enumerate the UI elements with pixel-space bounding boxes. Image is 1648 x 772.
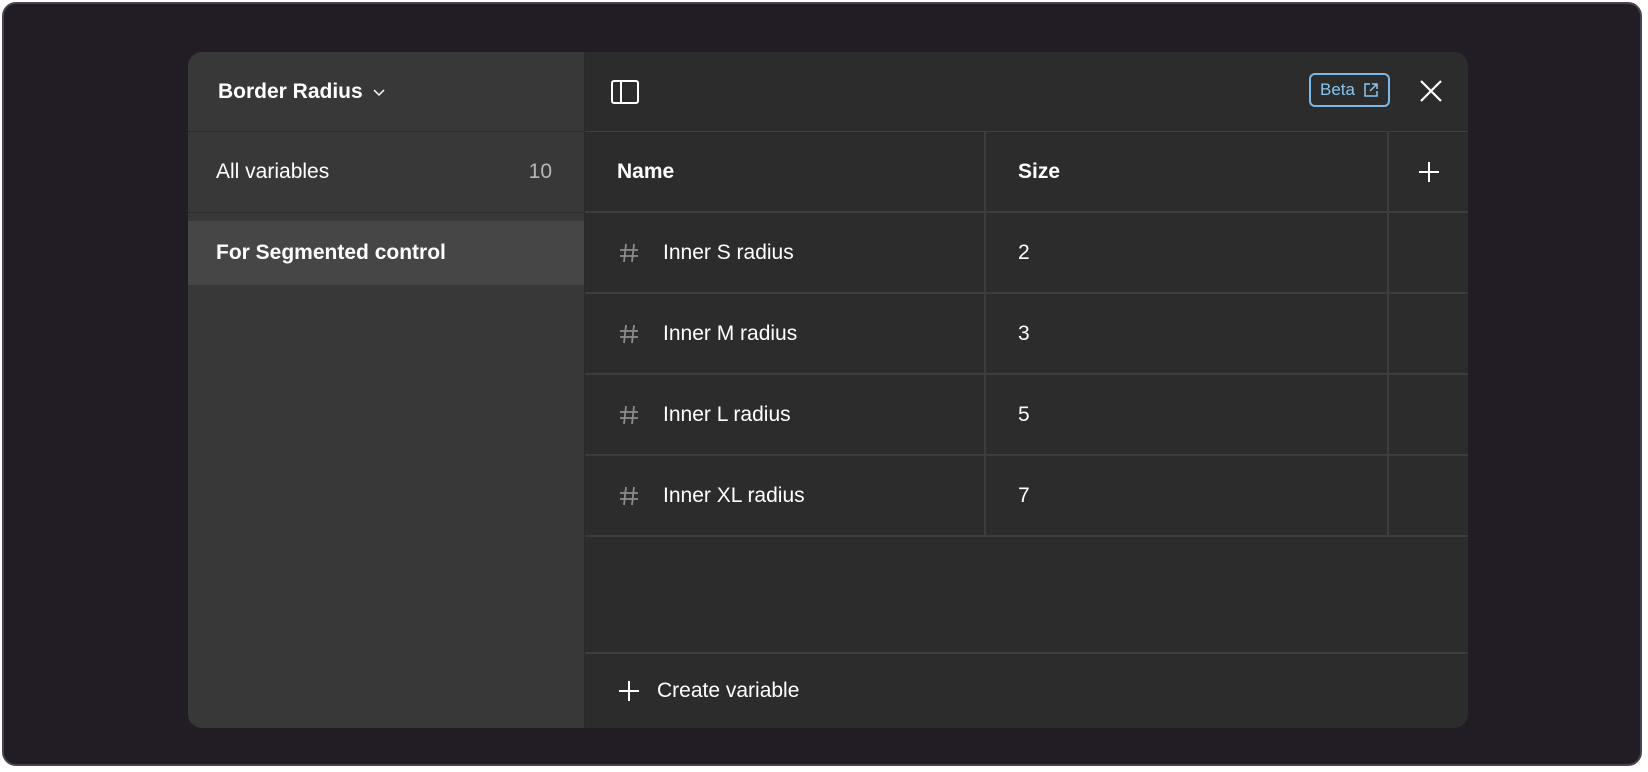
- plus-icon: [1417, 160, 1441, 184]
- create-variable-label: Create variable: [657, 679, 800, 702]
- sidebar-item-all-variables[interactable]: All variables 10: [188, 132, 584, 213]
- chevron-down-icon: [371, 84, 387, 100]
- close-icon[interactable]: [1416, 76, 1446, 106]
- hash-icon: [617, 322, 641, 346]
- variable-value-cell[interactable]: 7: [986, 456, 1389, 535]
- variable-name-cell[interactable]: Inner S radius: [585, 213, 986, 292]
- hash-icon: [617, 403, 641, 427]
- group-label: For Segmented control: [216, 241, 446, 264]
- all-variables-count: 10: [528, 160, 552, 183]
- variables-table: Name Size Inner S radius 2 Inner M radiu…: [585, 132, 1468, 537]
- variables-panel: Beta Name Size Inner S radius 2 Inner M …: [585, 52, 1468, 728]
- beta-badge[interactable]: Beta: [1309, 73, 1390, 107]
- add-mode-button[interactable]: [1389, 132, 1468, 211]
- collection-switcher[interactable]: Border Radius: [188, 52, 584, 132]
- table-row[interactable]: Inner M radius 3: [585, 294, 1468, 375]
- beta-label: Beta: [1320, 80, 1355, 99]
- toolbar: Beta: [585, 52, 1468, 132]
- variable-name-cell[interactable]: Inner L radius: [585, 375, 986, 454]
- variable-name-cell[interactable]: Inner XL radius: [585, 456, 986, 535]
- all-variables-label: All variables: [216, 160, 330, 183]
- empty-cell: [1389, 294, 1468, 373]
- backdrop: Border Radius All variables 10 For Segme…: [2, 2, 1642, 766]
- sidebar: Border Radius All variables 10 For Segme…: [188, 52, 585, 728]
- sidebar-item-group[interactable]: For Segmented control: [188, 221, 584, 285]
- collection-title: Border Radius: [218, 79, 363, 103]
- variables-modal: Border Radius All variables 10 For Segme…: [188, 52, 1468, 728]
- create-variable-button[interactable]: Create variable: [585, 652, 1468, 728]
- empty-cell: [1389, 456, 1468, 535]
- table-header-row: Name Size: [585, 132, 1468, 213]
- table-row[interactable]: Inner S radius 2: [585, 213, 1468, 294]
- column-header-size[interactable]: Size: [986, 132, 1389, 211]
- variable-name: Inner XL radius: [663, 483, 805, 507]
- sidebar-toggle-icon[interactable]: [609, 76, 641, 108]
- empty-cell: [1389, 213, 1468, 292]
- variable-name: Inner S radius: [663, 240, 794, 264]
- variable-name: Inner L radius: [663, 402, 791, 426]
- column-header-name[interactable]: Name: [585, 132, 986, 211]
- hash-icon: [617, 241, 641, 265]
- variable-name: Inner M radius: [663, 321, 798, 345]
- plus-icon: [617, 679, 641, 703]
- variable-value-cell[interactable]: 3: [986, 294, 1389, 373]
- empty-cell: [1389, 375, 1468, 454]
- table-row[interactable]: Inner L radius 5: [585, 375, 1468, 456]
- variable-value-cell[interactable]: 5: [986, 375, 1389, 454]
- variable-name-cell[interactable]: Inner M radius: [585, 294, 986, 373]
- external-link-icon: [1363, 82, 1379, 98]
- table-row[interactable]: Inner XL radius 7: [585, 456, 1468, 537]
- variable-value-cell[interactable]: 2: [986, 213, 1389, 292]
- hash-icon: [617, 484, 641, 508]
